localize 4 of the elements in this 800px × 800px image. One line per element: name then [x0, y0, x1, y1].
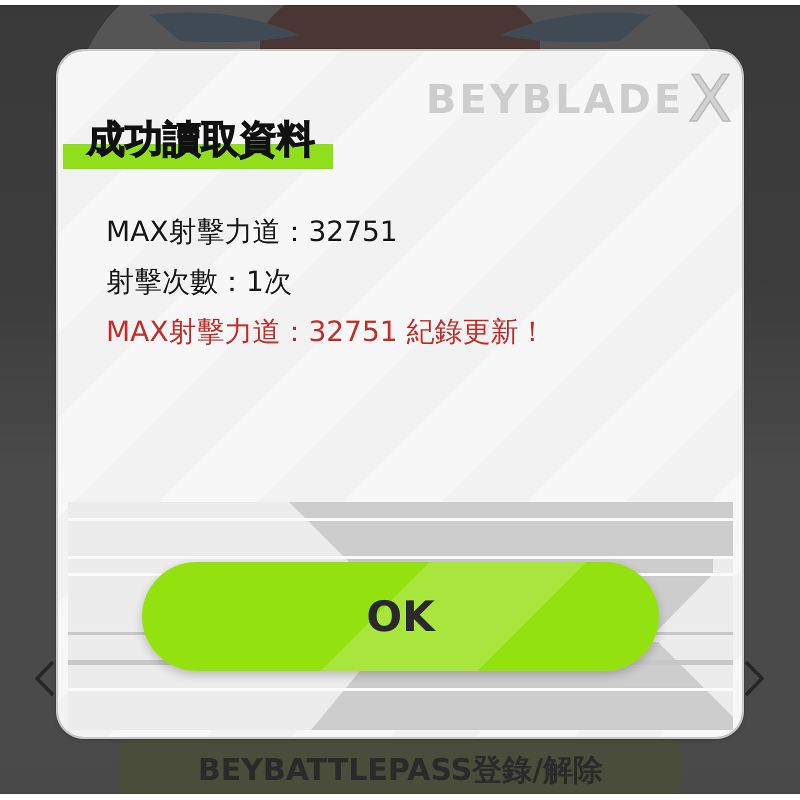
info-text: 射擊次數：1次	[106, 264, 292, 300]
info-text: MAX射擊力道：32751	[106, 214, 398, 250]
info-text: MAX射擊力道：32751 紀錄更新！	[106, 314, 546, 350]
ok-button[interactable]: OK	[142, 562, 659, 671]
